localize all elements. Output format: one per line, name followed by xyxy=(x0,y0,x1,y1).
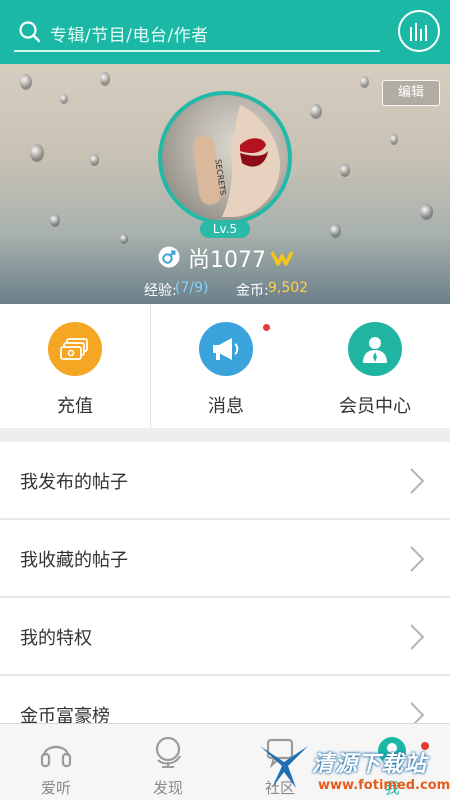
recharge-icon-circle xyxy=(48,322,102,376)
raindrop xyxy=(330,224,341,238)
avatar[interactable]: SECRETS xyxy=(158,91,292,225)
tab-listen[interactable]: 爱听 xyxy=(0,724,112,800)
now-playing-button[interactable] xyxy=(398,10,440,52)
stats-row: 经验: (7/9) 金币: 9,502 xyxy=(0,280,450,300)
watermark: 清源下载站 www.fotimed.com xyxy=(258,738,450,798)
edit-profile-button[interactable]: 编辑 xyxy=(382,80,440,106)
raindrop xyxy=(360,76,369,88)
wallet-icon xyxy=(60,338,88,360)
menu-item-label: 我发布的帖子 xyxy=(20,472,128,493)
top-bar: 专辑/节目/电台/作者 xyxy=(0,0,450,64)
raindrop xyxy=(50,214,60,227)
member-center-button[interactable]: 会员中心 xyxy=(300,304,450,428)
level-badge: Lv.5 xyxy=(200,220,250,238)
menu-item-label: 我收藏的帖子 xyxy=(20,550,128,571)
raindrop xyxy=(310,104,322,119)
chevron-right-icon xyxy=(410,624,425,650)
headphones-icon xyxy=(40,745,72,768)
menu-item-privileges[interactable]: 我的特权 xyxy=(0,598,450,676)
recharge-button[interactable]: 充值 xyxy=(0,304,150,428)
search-icon xyxy=(19,21,41,43)
avatar-image: SECRETS xyxy=(192,105,280,217)
member-center-label: 会员中心 xyxy=(339,396,411,417)
watermark-logo-icon xyxy=(260,746,308,788)
male-gender-icon xyxy=(158,246,180,268)
equalizer-icon xyxy=(410,23,427,41)
messages-icon-circle xyxy=(199,322,253,376)
messages-unread-dot xyxy=(263,324,270,331)
member-icon-circle xyxy=(348,322,402,376)
messages-label: 消息 xyxy=(208,396,244,417)
menu-item-favorite-posts[interactable]: 我收藏的帖子 xyxy=(0,520,450,598)
watermark-url: www.fotimed.com xyxy=(318,778,450,793)
username: 尚1077 xyxy=(188,248,266,273)
raindrop xyxy=(420,204,433,220)
raindrop xyxy=(390,134,398,145)
raindrop xyxy=(90,154,99,166)
member-person-icon xyxy=(363,337,387,363)
search-input[interactable]: 专辑/节目/电台/作者 xyxy=(14,12,380,52)
search-underline xyxy=(14,50,380,52)
vip-badge-icon xyxy=(270,251,294,266)
recharge-label: 充值 xyxy=(57,396,93,417)
raindrop xyxy=(340,164,350,177)
globe-icon xyxy=(155,736,181,768)
profile-banner: 编辑 SECRETS Lv.5 尚1077 经验: (7/9) 金币: 9,50… xyxy=(0,64,450,304)
experience-value: (7/9) xyxy=(175,280,209,296)
coin-label: 金币: xyxy=(236,283,269,299)
search-placeholder: 专辑/节目/电台/作者 xyxy=(50,26,209,46)
name-row: 尚1077 xyxy=(0,242,450,273)
menu-item-label: 我的特权 xyxy=(20,628,92,649)
menu-item-my-posts[interactable]: 我发布的帖子 xyxy=(0,442,450,520)
coin-value: 9,502 xyxy=(268,280,309,296)
tab-label: 爱听 xyxy=(40,779,71,797)
raindrop xyxy=(30,144,44,162)
chevron-right-icon xyxy=(410,468,425,494)
chevron-right-icon xyxy=(410,546,425,572)
raindrop xyxy=(20,74,32,90)
quick-actions: 充值 消息 会员中心 xyxy=(0,304,450,428)
experience-label: 经验: xyxy=(144,283,177,299)
messages-button[interactable]: 消息 xyxy=(150,304,300,428)
megaphone-icon xyxy=(213,338,239,360)
raindrop xyxy=(100,72,110,86)
watermark-text: 清源下载站 xyxy=(312,752,428,777)
menu-list: 我发布的帖子 我收藏的帖子 我的特权 金币富豪榜 xyxy=(0,442,450,754)
raindrop xyxy=(60,94,68,104)
tab-label: 发现 xyxy=(152,779,183,797)
tab-discover[interactable]: 发现 xyxy=(112,724,224,800)
